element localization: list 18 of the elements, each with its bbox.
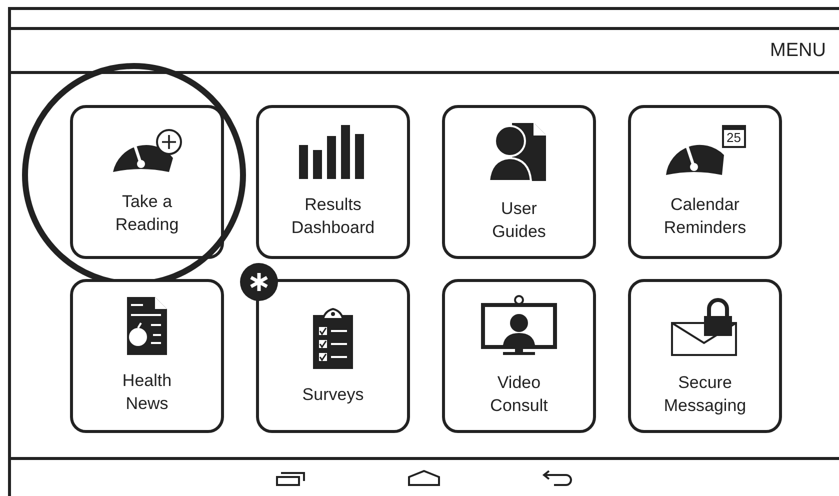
- home-icon[interactable]: [408, 470, 440, 486]
- video-monitor-icon: [481, 295, 557, 357]
- tile-button[interactable]: Take a Reading: [70, 105, 224, 259]
- tile-button[interactable]: 25 Calendar Reminders: [628, 105, 782, 259]
- bar-chart-icon: [299, 125, 367, 179]
- tile-button[interactable]: Health News: [70, 279, 224, 433]
- menu-button[interactable]: MENU: [770, 40, 826, 62]
- tile-button[interactable]: Video Consult: [442, 279, 596, 433]
- back-icon[interactable]: [542, 470, 572, 486]
- tile-button[interactable]: Results Dashboard: [256, 105, 410, 259]
- document-apple-icon: [127, 297, 167, 355]
- calendar-date: 25: [722, 125, 746, 148]
- locked-envelope-icon: [671, 295, 739, 357]
- tile-button[interactable]: Surveys: [256, 279, 410, 433]
- tile-button[interactable]: User Guides: [442, 105, 596, 259]
- clipboard-checklist-icon: [311, 306, 355, 368]
- tile-button[interactable]: Secure Messaging: [628, 279, 782, 433]
- recent-apps-icon[interactable]: [276, 470, 306, 486]
